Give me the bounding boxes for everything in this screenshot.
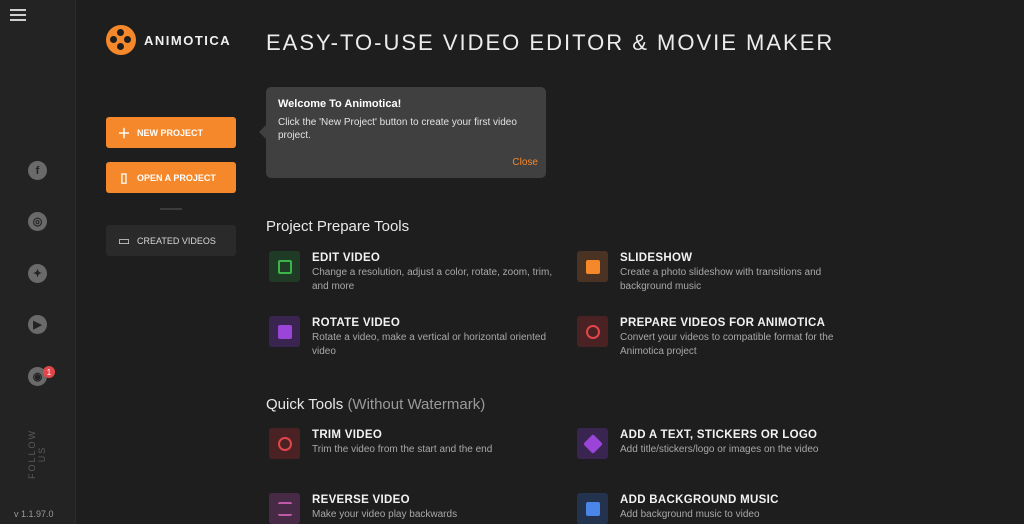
divider (160, 208, 182, 210)
file-icon: ▯ (120, 169, 128, 185)
instagram-icon[interactable]: ◎ (28, 212, 47, 231)
background-music-tool[interactable]: ADD BACKGROUND MUSIC Add background music… (577, 493, 870, 524)
popup-close-link[interactable]: Close (512, 157, 538, 168)
logo-text: ANIMOTICA (144, 32, 232, 48)
left-rail: f ◎ ✦ ▶ ◉ 1 FOLLOW US v 1.1.97.0 (0, 0, 76, 524)
tool-desc: Create a photo slideshow with transition… (620, 267, 822, 292)
notification-badge: 1 (43, 366, 55, 378)
popup-title: Welcome To Animotica! (278, 98, 402, 110)
open-project-button[interactable]: ▯ OPEN A PROJECT (106, 162, 236, 193)
tool-desc: Add title/stickers/logo or images on the… (620, 444, 819, 455)
prepare-videos-tool[interactable]: PREPARE VIDEOS FOR ANIMOTICA Convert your… (577, 316, 870, 359)
tool-name: PREPARE VIDEOS FOR ANIMOTICA (620, 317, 826, 329)
open-project-label: OPEN A PROJECT (137, 172, 216, 183)
reverse-icon (269, 493, 300, 524)
slideshow-tool[interactable]: SLIDESHOW Create a photo slideshow with t… (577, 251, 870, 294)
youtube-icon[interactable]: ▶ (28, 315, 47, 334)
quick-tools-heading: Quick Tools (Without Watermark) (266, 396, 486, 413)
page-title: EASY-TO-USE VIDEO EDITOR & MOVIE MAKER (266, 30, 835, 55)
tool-desc: Convert your videos to compatible format… (620, 332, 834, 357)
created-videos-button[interactable]: ▭ CREATED VIDEOS (106, 225, 236, 256)
edit-icon (269, 251, 300, 282)
trim-video-tool[interactable]: TRIM VIDEO Trim the video from the start … (269, 428, 562, 459)
layers-icon (577, 428, 608, 459)
new-project-button[interactable]: ＋ NEW PROJECT (106, 117, 236, 148)
prepare-tools-heading: Project Prepare Tools (266, 218, 410, 235)
add-text-tool[interactable]: ADD A TEXT, STICKERS OR LOGO Add title/st… (577, 428, 870, 459)
tool-name: ROTATE VIDEO (312, 317, 401, 329)
facebook-icon[interactable]: f (28, 161, 47, 180)
popup-body: Click the 'New Project' button to create… (278, 117, 517, 141)
tool-desc: Rotate a video, make a vertical or horiz… (312, 332, 547, 357)
rotate-icon (269, 316, 300, 347)
plus-icon: ＋ (117, 126, 131, 141)
version-label: v 1.1.97.0 (14, 509, 54, 519)
tool-desc: Make your video play backwards (312, 509, 458, 520)
tool-name: REVERSE VIDEO (312, 494, 410, 506)
film-reel-icon (106, 25, 136, 55)
tool-desc: Change a resolution, adjust a color, rot… (312, 267, 553, 292)
new-project-label: NEW PROJECT (137, 127, 204, 138)
welcome-popup: Welcome To Animotica! Click the 'New Pro… (259, 87, 546, 178)
app-logo: ANIMOTICA (106, 25, 231, 55)
music-icon (577, 493, 608, 524)
reverse-video-tool[interactable]: REVERSE VIDEO Make your video play backwa… (269, 493, 562, 524)
tool-desc: Trim the video from the start and the en… (312, 444, 493, 455)
tool-name: ADD BACKGROUND MUSIC (620, 494, 779, 506)
video-camera-icon: ▭ (117, 232, 131, 248)
convert-icon (577, 316, 608, 347)
tool-name: SLIDESHOW (620, 252, 693, 264)
tool-desc: Add background music to video (620, 509, 760, 520)
edit-video-tool[interactable]: EDIT VIDEO Change a resolution, adjust a … (269, 251, 562, 294)
follow-us-label: FOLLOW US (27, 429, 47, 480)
tool-name: EDIT VIDEO (312, 252, 381, 264)
hamburger-menu-icon[interactable] (10, 9, 26, 21)
slideshow-icon (577, 251, 608, 282)
created-videos-label: CREATED VIDEOS (137, 235, 216, 246)
tool-name: TRIM VIDEO (312, 429, 383, 441)
twitter-icon[interactable]: ✦ (28, 264, 47, 283)
rotate-video-tool[interactable]: ROTATE VIDEO Rotate a video, make a verti… (269, 316, 562, 359)
scissors-icon (269, 428, 300, 459)
tool-name: ADD A TEXT, STICKERS OR LOGO (620, 429, 818, 441)
